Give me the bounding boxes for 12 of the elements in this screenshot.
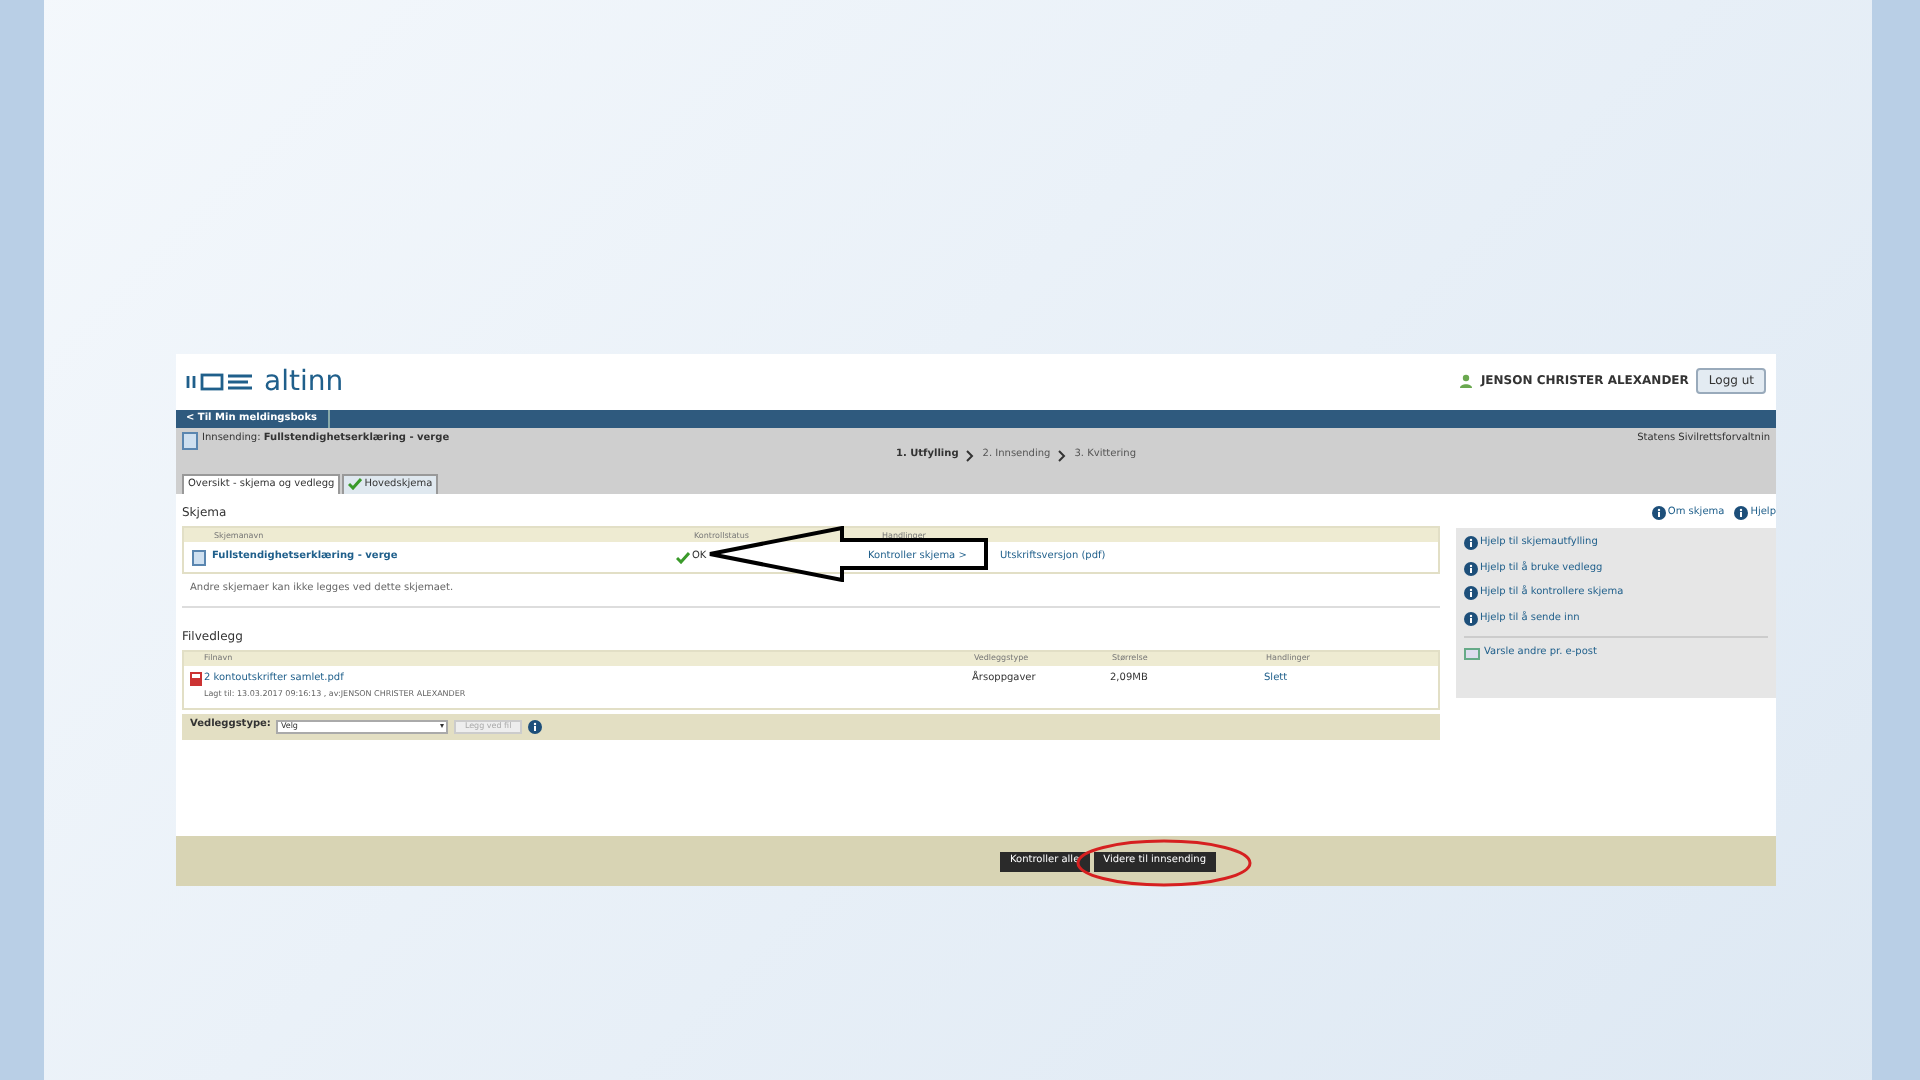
- info-icon: [1651, 506, 1666, 520]
- chevron-icon: [966, 449, 975, 462]
- pdf-icon: [190, 671, 202, 686]
- logo-icon: [186, 371, 254, 391]
- document-icon: [182, 432, 198, 450]
- check-icon: [348, 478, 363, 491]
- chevron-icon: [1058, 449, 1067, 462]
- info-icon: [527, 719, 542, 733]
- logo-text: altinn: [264, 367, 344, 395]
- document-icon: [192, 549, 206, 565]
- mail-icon: [1464, 647, 1480, 660]
- user-icon: [1460, 374, 1473, 388]
